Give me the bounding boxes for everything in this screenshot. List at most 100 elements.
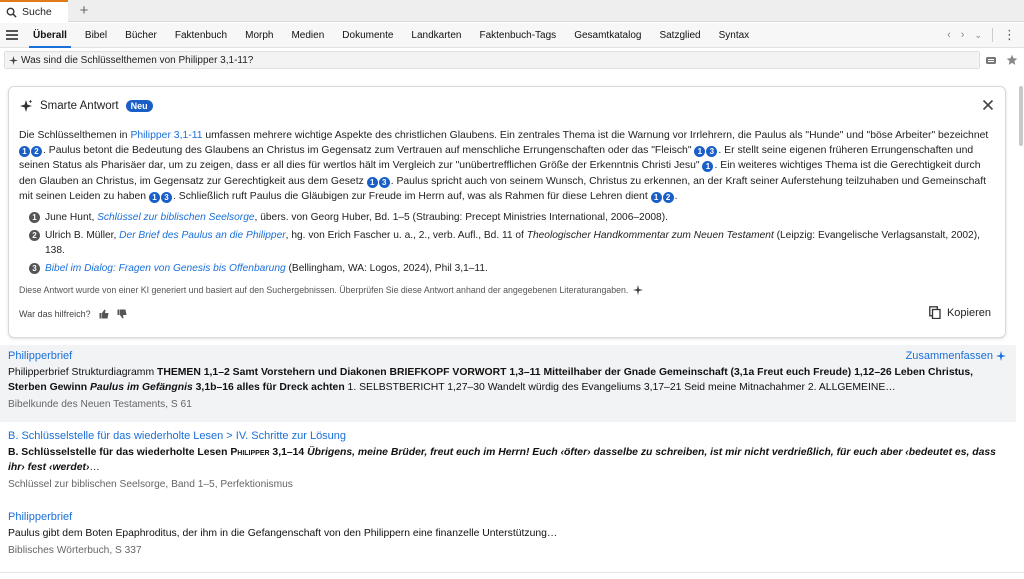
reference-title-link[interactable]: Bibel im Dialog: Fragen von Genesis bis … <box>45 263 286 274</box>
answer-segment: umfassen mehrere wichtige Aspekte des ch… <box>202 130 989 141</box>
citation-badge[interactable]: 1 <box>19 146 30 158</box>
search-icon <box>6 7 17 18</box>
citation-badge[interactable]: 3 <box>160 191 172 203</box>
result-title-link[interactable]: B. Schlüsselstelle für das wiederholte L… <box>8 430 1008 442</box>
ai-disclaimer: Diese Antwort wurde von einer KI generie… <box>19 285 644 295</box>
citation-badge[interactable]: 1 <box>148 191 160 203</box>
reference-number: 2 <box>29 230 40 241</box>
chevron-right-icon[interactable]: › <box>961 29 965 41</box>
search-type-nav: Überall Bibel Bücher Faktenbuch Morph Me… <box>24 23 758 48</box>
result-source: Schlüssel zur biblischen Seelsorge, Band… <box>8 479 293 490</box>
tab-everywhere[interactable]: Überall <box>24 23 76 48</box>
chevron-down-icon[interactable]: ⌄ <box>974 30 982 41</box>
snippet-highlight: Philipper <box>230 447 270 458</box>
toolbar: Überall Bibel Bücher Faktenbuch Morph Me… <box>0 23 1024 48</box>
reference-item: 1 June Hunt, Schlüssel zur biblischen Se… <box>29 210 995 225</box>
star-icon[interactable] <box>1006 54 1018 66</box>
more-icon[interactable]: ⋮ <box>1003 27 1016 43</box>
result-title-link[interactable]: Philipperbrief <box>8 511 1008 523</box>
copy-label: Kopieren <box>946 306 991 319</box>
add-tab-icon[interactable]: + <box>76 3 92 19</box>
thumbs-down-icon[interactable] <box>117 309 127 319</box>
tab-documents[interactable]: Dokumente <box>333 23 402 48</box>
close-icon[interactable] <box>982 99 994 111</box>
keyboard-icon[interactable] <box>985 54 997 66</box>
tab-maps[interactable]: Landkarten <box>402 23 470 48</box>
menu-icon[interactable] <box>6 30 18 40</box>
tab-search[interactable]: Suche <box>0 0 68 22</box>
reference-details: (Bellingham, WA: Logos, 2024), Phil 3,1–… <box>285 263 488 274</box>
snippet-highlight: 3,1–14 <box>269 447 308 458</box>
result-title-link[interactable]: Philipperbrief <box>8 350 1008 362</box>
card-title: Smarte Antwort <box>40 100 119 112</box>
feedback-row: War das hilfreich? <box>19 309 127 319</box>
result-snippet: B. Schlüsselstelle für das wiederholte L… <box>8 445 1008 475</box>
thumbs-up-icon[interactable] <box>99 309 109 319</box>
reference-author: June Hunt, <box>45 212 98 223</box>
tab-morph[interactable]: Morph <box>236 23 282 48</box>
reference-series: Theologischer Handkommentar zum Neuen Te… <box>526 230 774 241</box>
search-bar <box>4 51 980 69</box>
scrollbar[interactable] <box>1019 86 1023 146</box>
result-source: Biblisches Wörterbuch, S 337 <box>8 545 142 556</box>
new-badge: Neu <box>125 100 153 112</box>
result-snippet: Paulus gibt dem Boten Epaphroditus, der … <box>8 528 558 539</box>
answer-segment: . Paulus betont die Bedeutung des Glaube… <box>43 145 692 157</box>
feedback-label: War das hilfreich? <box>19 309 91 319</box>
summarize-button[interactable]: Zusammenfassen <box>906 350 1006 362</box>
citation-badge[interactable]: 1 <box>650 191 662 203</box>
answer-segment: Die Schlüsselthemen in <box>19 130 131 141</box>
copy-icon <box>929 306 941 319</box>
reference-number: 3 <box>29 263 40 274</box>
reference-item: 3 Bibel im Dialog: Fragen von Genesis bi… <box>29 261 995 276</box>
citation-badge[interactable]: 2 <box>31 146 42 158</box>
citation-badge[interactable]: 1 <box>702 161 714 173</box>
citation-badge[interactable]: 1 <box>694 146 706 158</box>
reference-title-link[interactable]: Der Brief des Paulus an die Philipper <box>119 230 286 241</box>
reference-details: , hg. von Erich Fascher u. a., 2., verb.… <box>285 230 527 241</box>
tab-factbook-tags[interactable]: Faktenbuch-Tags <box>470 23 565 48</box>
divider <box>992 28 993 42</box>
tab-bible[interactable]: Bibel <box>76 23 116 48</box>
snippet-text: … <box>89 462 100 473</box>
reference-list: 1 June Hunt, Schlüssel zur biblischen Se… <box>29 210 995 279</box>
result-source: Bibelkunde des Neuen Testaments, S 61 <box>8 399 192 410</box>
answer-text: Die Schlüsselthemen in Philipper 3,1-11 … <box>19 128 995 204</box>
tab-syntax[interactable]: Syntax <box>710 23 759 48</box>
answer-segment: . Schließlich ruft Paulus die Gläubigen … <box>172 190 648 202</box>
search-result: Philipperbrief Zusammenfassen Philipperb… <box>0 345 1016 422</box>
citation-badge[interactable]: 3 <box>378 176 390 188</box>
tab-clause[interactable]: Satzglied <box>650 23 709 48</box>
citation-badge[interactable]: 1 <box>366 176 378 188</box>
reference-text: June Hunt, Schlüssel zur biblischen Seel… <box>45 210 668 225</box>
bible-reference-link[interactable]: Philipper 3,1-11 <box>130 130 202 141</box>
reference-title-link[interactable]: Schlüssel zur biblischen Seelsorge <box>97 212 254 223</box>
sparkle-icon <box>996 351 1006 361</box>
tab-label: Suche <box>22 6 52 18</box>
snippet-highlight: 3,1b–16 alles für Dreck achten <box>192 382 345 393</box>
tab-media[interactable]: Medien <box>282 23 333 48</box>
toolbar-right: ‹ › ⌄ ⋮ <box>947 27 1016 43</box>
citation-badge[interactable]: 2 <box>662 191 674 203</box>
citation-badge[interactable]: 3 <box>706 146 718 158</box>
copy-button[interactable]: Kopieren <box>929 306 991 319</box>
sparkle-icon <box>633 285 644 295</box>
reference-item: 2 Ulrich B. Müller, Der Brief des Paulus… <box>29 228 995 258</box>
tab-catalog[interactable]: Gesamtkatalog <box>565 23 650 48</box>
sparkle-icon <box>9 55 18 65</box>
search-input[interactable] <box>21 54 921 66</box>
answer-segment: . <box>674 190 678 202</box>
search-result: Philipperbrief Paulus gibt dem Boten Epa… <box>0 506 1016 570</box>
divider <box>0 572 1024 573</box>
snippet-highlight: B. Schlüsselstelle für das wiederholte L… <box>8 447 231 458</box>
sparkle-icon <box>20 99 33 112</box>
tab-books[interactable]: Bücher <box>116 23 166 48</box>
reference-details: , übers. von Georg Huber, Bd. 1–5 (Strau… <box>254 212 668 223</box>
chevron-left-icon[interactable]: ‹ <box>947 29 951 41</box>
reference-number: 1 <box>29 212 40 223</box>
reference-text: Ulrich B. Müller, Der Brief des Paulus a… <box>45 228 995 258</box>
search-result: B. Schlüsselstelle für das wiederholte L… <box>0 425 1016 503</box>
tab-factbook[interactable]: Faktenbuch <box>166 23 236 48</box>
card-header: Smarte Antwort Neu <box>19 99 153 113</box>
snippet-text: Philipperbrief Strukturdiagramm <box>8 367 157 378</box>
